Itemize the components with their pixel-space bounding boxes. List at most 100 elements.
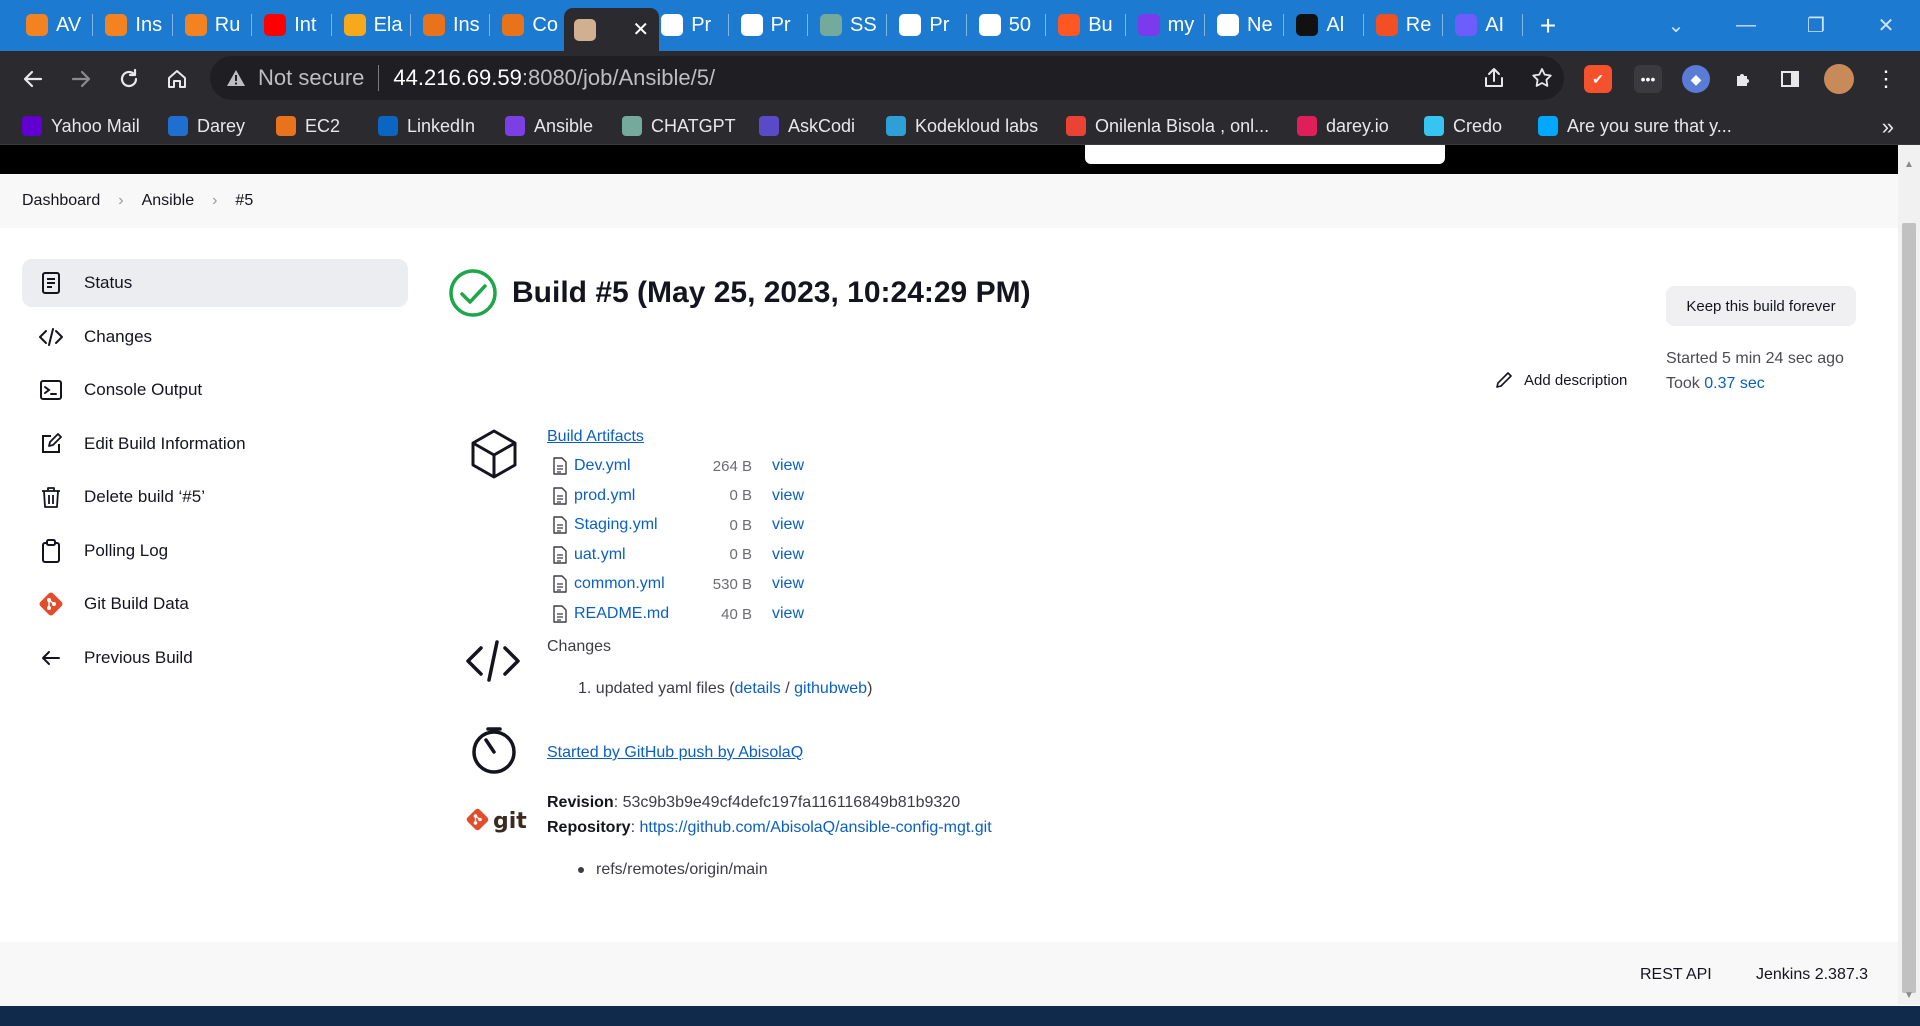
restore-icon[interactable]: ❐ (1796, 10, 1836, 40)
build-artifacts-link[interactable]: Build Artifacts (547, 428, 644, 446)
profile-avatar[interactable] (1824, 64, 1854, 94)
fav-icon (1137, 14, 1160, 36)
browser-tab[interactable]: Co (492, 8, 567, 42)
share-icon[interactable] (1482, 66, 1506, 90)
change-githubweb-link[interactable]: githubweb (794, 680, 867, 697)
os-taskbar (0, 1006, 1920, 1026)
browser-tab[interactable]: Ins (95, 8, 170, 42)
browser-tab[interactable]: Ins (413, 8, 488, 42)
side-panel-icon[interactable] (1776, 65, 1804, 93)
scrollbar-thumb[interactable] (1902, 223, 1916, 993)
page-scrollbar[interactable]: ▲ ▼ (1898, 145, 1920, 1005)
bookmark-star-icon[interactable] (1530, 66, 1554, 90)
artifact-file-link[interactable]: Dev.yml (574, 457, 692, 475)
browser-tab[interactable]: Bu (1048, 8, 1123, 42)
fox-extension-icon[interactable]: ◆ (1682, 65, 1710, 93)
artifact-file-link[interactable]: common.yml (574, 575, 692, 593)
browser-tab[interactable]: ✕ (563, 8, 660, 51)
jenkins-version-link[interactable]: Jenkins 2.387.3 (1756, 966, 1868, 984)
bookmark-item[interactable]: Are you sure that y... (1538, 112, 1732, 140)
new-tab-button[interactable]: + (1532, 10, 1564, 42)
duration-link[interactable]: 0.37 sec (1704, 375, 1764, 392)
sidebar-item-polling-log[interactable]: Polling Log (22, 527, 408, 575)
bookmark-item[interactable]: darey.io (1297, 112, 1389, 140)
tab-label: SS (850, 13, 877, 36)
bookmark-item[interactable]: Ansible (505, 112, 593, 140)
home-button[interactable] (160, 62, 194, 96)
bookmark-item[interactable]: CHATGPT (622, 112, 736, 140)
browser-tab[interactable]: SS (810, 8, 885, 42)
build-cause-link[interactable]: Started by GitHub push by AbisolaQ (547, 744, 803, 762)
bookmark-item[interactable]: AskCodi (759, 112, 855, 140)
repository-link[interactable]: https://github.com/AbisolaQ/ansible-conf… (639, 819, 991, 836)
password-extension-icon[interactable]: ••• (1634, 65, 1662, 93)
scroll-down-arrow-icon[interactable]: ▼ (1902, 990, 1916, 1001)
security-status[interactable]: Not secure (258, 65, 364, 91)
browser-tab[interactable]: Pr (651, 8, 726, 42)
sidebar-item-git-build-data[interactable]: Git Build Data (22, 580, 408, 628)
bookmark-item[interactable]: EC2 (276, 112, 340, 140)
bookmark-item[interactable]: Credo (1424, 112, 1502, 140)
browser-tab[interactable]: Al (1286, 8, 1361, 42)
window-close-icon[interactable]: ✕ (1866, 10, 1906, 40)
bookmark-item[interactable]: LinkedIn (378, 112, 475, 140)
jenkins-search-input[interactable] (1085, 145, 1445, 164)
artifact-view-link[interactable]: view (772, 457, 804, 475)
bookmark-item[interactable]: Yahoo Mail (22, 112, 140, 140)
sidebar-item-delete-build[interactable]: Delete build ‘#5’ (22, 473, 408, 521)
browser-tab[interactable]: my (1128, 8, 1203, 42)
breadcrumb: Dashboard › Ansible › #5 (0, 174, 1898, 228)
browser-tab[interactable]: Ru (175, 8, 250, 42)
bookmark-item[interactable]: Darey (168, 112, 245, 140)
change-details-link[interactable]: details (735, 680, 781, 697)
artifact-view-link[interactable]: view (772, 546, 804, 564)
artifact-view-link[interactable]: view (772, 575, 804, 593)
sidebar-item-console-output[interactable]: Console Output (22, 366, 408, 414)
browser-tab[interactable]: Pr (731, 8, 806, 42)
keep-build-forever-button[interactable]: Keep this build forever (1666, 286, 1856, 326)
artifact-view-link[interactable]: view (772, 516, 804, 534)
artifact-file-link[interactable]: uat.yml (574, 546, 692, 564)
forward-button[interactable] (64, 62, 98, 96)
rest-api-link[interactable]: REST API (1640, 966, 1712, 984)
artifact-view-link[interactable]: view (772, 605, 804, 623)
browser-tab[interactable]: AV (16, 8, 91, 42)
tab-label: Co (532, 13, 558, 36)
bookmark-label: darey.io (1326, 115, 1389, 136)
artifact-view-link[interactable]: view (772, 487, 804, 505)
reload-button[interactable] (112, 62, 146, 96)
file-icon (553, 457, 567, 475)
minimize-icon[interactable]: — (1726, 10, 1766, 40)
back-button[interactable] (16, 62, 50, 96)
browser-tab[interactable]: Ne (1207, 8, 1282, 42)
scroll-up-arrow-icon[interactable]: ▲ (1902, 159, 1916, 170)
tab-search-icon[interactable]: ⌄ (1656, 10, 1696, 40)
bookmark-item[interactable]: Kodekloud labs (886, 112, 1038, 140)
artifact-file-link[interactable]: prod.yml (574, 487, 692, 505)
bookmarks-overflow-button[interactable]: » (1882, 114, 1894, 140)
address-bar[interactable]: Not secure 44.216.69.59:8080/job/Ansible… (210, 56, 1564, 100)
add-description-button[interactable]: Add description (1494, 370, 1627, 390)
artifact-file-link[interactable]: Staging.yml (574, 516, 692, 534)
bookmark-item[interactable]: Onilenla Bisola , onl... (1066, 112, 1269, 140)
todoist-extension-icon[interactable]: ✔ (1584, 65, 1612, 93)
sidebar-item-edit-build-information[interactable]: Edit Build Information (22, 420, 408, 468)
browser-menu-icon[interactable]: ⋮ (1872, 65, 1900, 93)
breadcrumb-dashboard[interactable]: Dashboard (22, 192, 100, 210)
extensions-puzzle-icon[interactable] (1730, 65, 1758, 93)
browser-tab[interactable]: Re (1366, 8, 1441, 42)
browser-tab[interactable]: Int (254, 8, 329, 42)
sidebar-item-changes[interactable]: Changes (22, 313, 408, 361)
browser-tab[interactable]: 50 (969, 8, 1044, 42)
tab-close-icon[interactable]: ✕ (632, 17, 649, 42)
browser-tab[interactable]: Ela (334, 8, 409, 42)
browser-tab[interactable]: AI (1445, 8, 1520, 42)
tab-label: Int (294, 13, 317, 36)
globe-icon (899, 14, 922, 36)
sidebar-item-previous-build[interactable]: Previous Build (22, 634, 408, 682)
artifact-file-link[interactable]: README.md (574, 605, 692, 623)
breadcrumb-ansible[interactable]: Ansible (142, 192, 194, 210)
browser-tab[interactable]: Pr (889, 8, 964, 42)
breadcrumb-build[interactable]: #5 (235, 192, 253, 210)
sidebar-item-status[interactable]: Status (22, 259, 408, 307)
